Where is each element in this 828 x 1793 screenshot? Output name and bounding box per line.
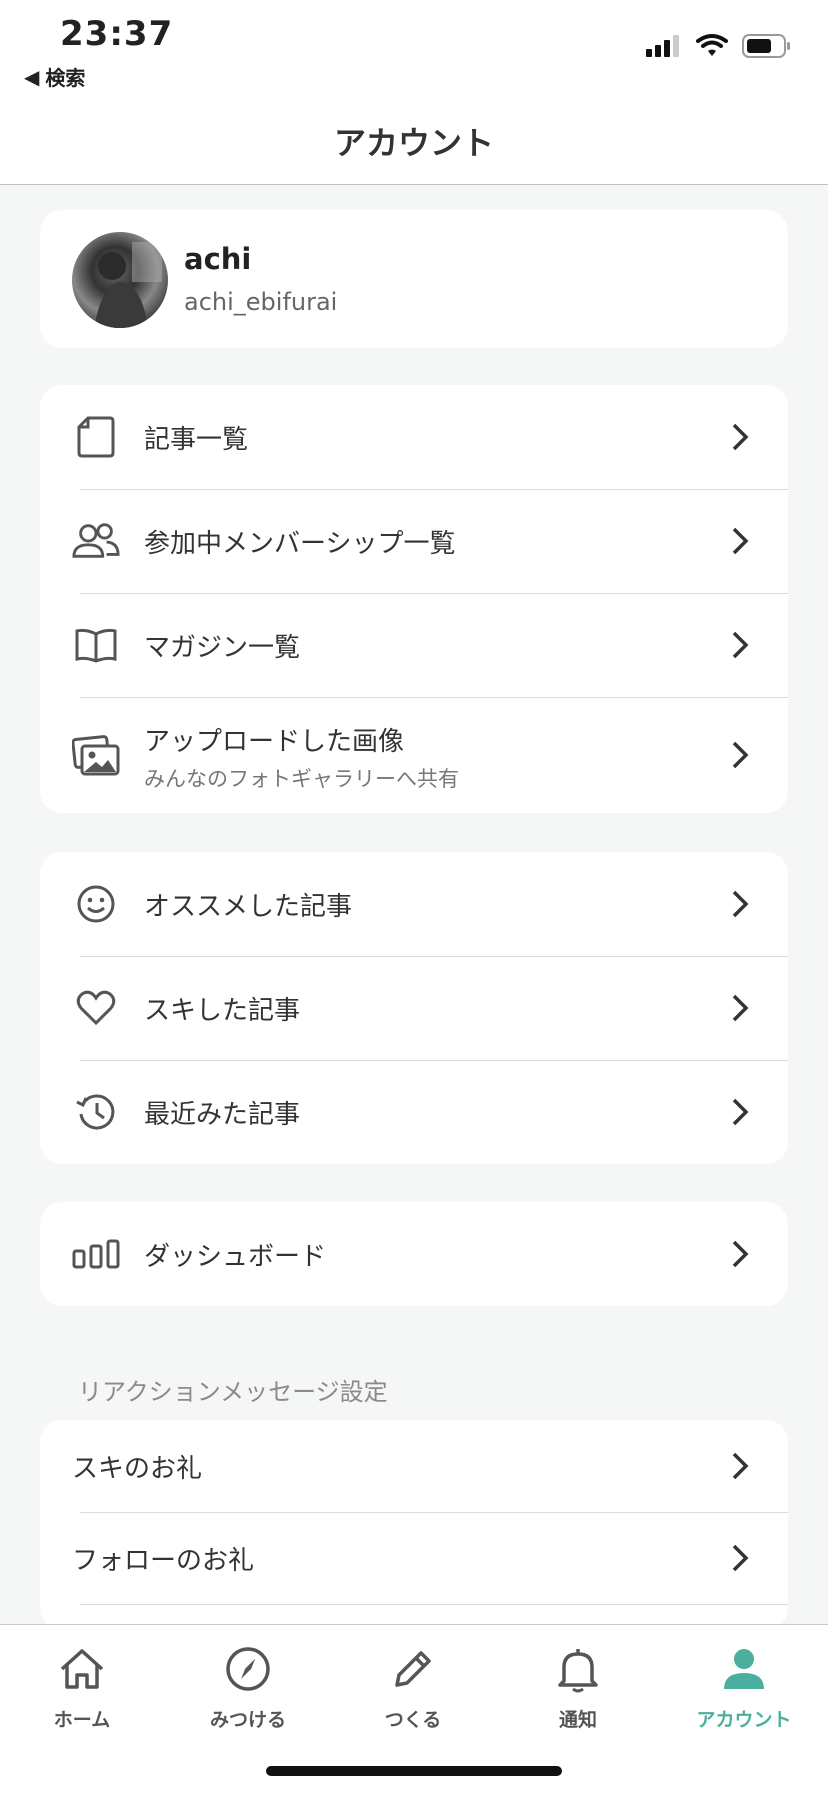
chevron-right-icon bbox=[732, 1544, 749, 1572]
chevron-right-icon bbox=[732, 890, 749, 918]
chevron-right-icon bbox=[732, 527, 749, 555]
menu-item-label: 参加中メンバーシップ一覧 bbox=[144, 528, 456, 559]
menu-item-label: オススメした記事 bbox=[144, 891, 353, 922]
home-indicator bbox=[266, 1766, 562, 1776]
tab-discover[interactable]: みつける bbox=[188, 1641, 308, 1732]
back-to-search-link[interactable]: ◀ 検索 bbox=[24, 62, 85, 91]
activity-menu-card: オススメした記事 スキした記事 最近みた記事 bbox=[40, 852, 788, 1164]
tab-label: アカウント bbox=[696, 1709, 792, 1731]
menu-item-label: ダッシュボード bbox=[144, 1241, 327, 1272]
menu-item-follow-thanks[interactable]: フォローのお礼 bbox=[40, 1512, 788, 1604]
pencil-icon bbox=[395, 1651, 431, 1687]
images-icon bbox=[72, 731, 120, 779]
menu-item-label: マガジン一覧 bbox=[144, 632, 301, 663]
menu-item-memberships[interactable]: 参加中メンバーシップ一覧 bbox=[40, 489, 788, 593]
history-icon bbox=[72, 1088, 120, 1136]
section-title: リアクションメッセージ設定 bbox=[78, 1378, 388, 1406]
menu-item-liked[interactable]: スキした記事 bbox=[40, 956, 788, 1060]
members-icon bbox=[72, 517, 120, 565]
tab-label: ホーム bbox=[53, 1709, 111, 1731]
page-title: アカウント bbox=[333, 124, 494, 162]
chevron-right-icon bbox=[732, 994, 749, 1022]
content-menu-card: 記事一覧 参加中メンバーシップ一覧 マガジン一覧 アップロードした画像 みんなの… bbox=[40, 385, 788, 813]
tab-notifications[interactable]: 通知 bbox=[518, 1641, 638, 1732]
signal-icon bbox=[646, 35, 679, 57]
profile-handle: achi_ebifurai bbox=[184, 288, 338, 316]
home-icon bbox=[60, 1649, 104, 1689]
wifi-icon bbox=[696, 34, 728, 56]
compass-icon bbox=[226, 1647, 270, 1691]
tab-label: みつける bbox=[209, 1709, 286, 1731]
tab-account[interactable]: アカウント bbox=[684, 1641, 804, 1732]
menu-item-label: フォローのお礼 bbox=[72, 1545, 255, 1576]
document-icon bbox=[72, 413, 120, 461]
avatar bbox=[72, 232, 168, 328]
menu-item-label: 記事一覧 bbox=[144, 424, 249, 455]
chevron-right-icon bbox=[732, 1452, 749, 1480]
chevron-right-icon bbox=[732, 1240, 749, 1268]
menu-item-recommended[interactable]: オススメした記事 bbox=[40, 852, 788, 956]
profile-name: achi bbox=[184, 242, 252, 276]
menu-item-sublabel: みんなのフォトギャラリーへ共有 bbox=[144, 767, 459, 791]
nav-bar: アカウント bbox=[0, 100, 828, 185]
back-label: 検索 bbox=[45, 66, 86, 90]
tab-home[interactable]: ホーム bbox=[22, 1641, 142, 1732]
menu-item-label: アップロードした画像 bbox=[144, 727, 405, 757]
menu-item-label: スキのお礼 bbox=[72, 1453, 203, 1484]
menu-item-magazines[interactable]: マガジン一覧 bbox=[40, 593, 788, 697]
profile-card[interactable]: achi achi_ebifurai bbox=[40, 210, 788, 348]
dashboard-card: ダッシュボード bbox=[40, 1202, 788, 1306]
tab-label: つくる bbox=[384, 1709, 442, 1731]
person-icon bbox=[724, 1649, 764, 1689]
tab-create[interactable]: つくる bbox=[353, 1641, 473, 1732]
chevron-right-icon bbox=[732, 1098, 749, 1126]
back-triangle-icon: ◀ bbox=[24, 64, 40, 89]
menu-item-like-thanks[interactable]: スキのお礼 bbox=[40, 1420, 788, 1512]
status-icons bbox=[646, 34, 792, 58]
smile-icon bbox=[72, 880, 120, 928]
book-icon bbox=[72, 621, 120, 669]
chevron-right-icon bbox=[732, 631, 749, 659]
menu-item-recently-viewed[interactable]: 最近みた記事 bbox=[40, 1060, 788, 1164]
status-bar: 23:37 ◀ 検索 bbox=[0, 0, 828, 100]
menu-item-label: 最近みた記事 bbox=[144, 1099, 301, 1130]
menu-item-articles[interactable]: 記事一覧 bbox=[40, 385, 788, 489]
heart-icon bbox=[72, 984, 120, 1032]
reaction-settings-card: スキのお礼 フォローのお礼 bbox=[40, 1420, 788, 1630]
menu-item-label: スキした記事 bbox=[144, 995, 301, 1026]
chevron-right-icon bbox=[732, 741, 749, 769]
bell-icon bbox=[558, 1649, 598, 1693]
menu-item-dashboard[interactable]: ダッシュボード bbox=[40, 1202, 788, 1306]
menu-item-uploaded-images[interactable]: アップロードした画像 みんなのフォトギャラリーへ共有 bbox=[40, 697, 788, 813]
tab-label: 通知 bbox=[558, 1709, 597, 1731]
battery-icon bbox=[742, 34, 790, 58]
status-time: 23:37 bbox=[60, 14, 174, 54]
chevron-right-icon bbox=[732, 423, 749, 451]
dashboard-icon bbox=[72, 1230, 120, 1278]
